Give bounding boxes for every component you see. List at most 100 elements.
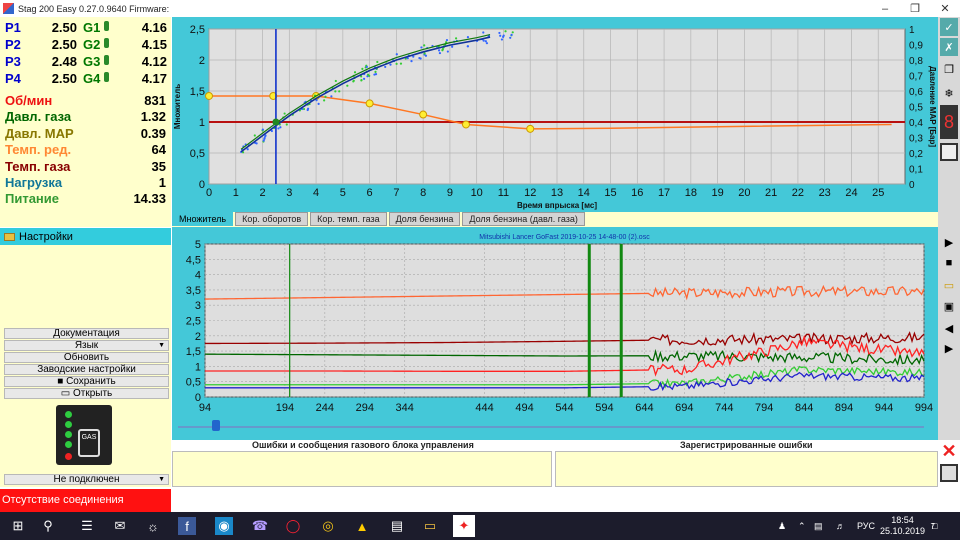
x-tick-label: 544 bbox=[555, 402, 573, 414]
gas-injector-value: 4.15 bbox=[141, 37, 167, 52]
settings-header[interactable]: Настройки bbox=[0, 228, 171, 245]
restore-icon[interactable]: ❐ bbox=[900, 0, 930, 17]
tray-chevron-icon[interactable]: ⌃ bbox=[798, 512, 806, 540]
y-tick-label: 2,5 bbox=[190, 24, 205, 36]
viber-icon[interactable]: ☎ bbox=[250, 516, 270, 536]
chevron-down-icon: ▼ bbox=[158, 342, 165, 349]
x-tick-label: 24 bbox=[845, 187, 857, 199]
y2-tick-label: 0,9 bbox=[909, 41, 923, 52]
multiplier-chart[interactable]: 0 1 2 3 4 5 6 7 8 9 10 11 12 13 14 15 16 17 18 19 20 21 22 23 24… bbox=[172, 17, 938, 212]
sample-point bbox=[307, 107, 310, 110]
weather-sun-icon[interactable]: ☼ bbox=[143, 516, 163, 536]
clear-errors-icon[interactable]: ✕ bbox=[940, 441, 958, 461]
chart-tab[interactable]: Кор. темп. газа bbox=[310, 212, 387, 226]
x-tick-label: 6 bbox=[367, 187, 373, 199]
y-tick-label: 0,5 bbox=[190, 148, 205, 160]
mail-icon[interactable]: ✉ bbox=[110, 516, 130, 536]
chart-tabs: Множитель Кор. оборотов Кор. темп. газа Дол… bbox=[172, 212, 938, 227]
parameter-label: Питание bbox=[5, 191, 60, 207]
x-tick-label: 17 bbox=[658, 187, 670, 199]
petrol-injector-label: P4 bbox=[5, 71, 21, 86]
sample-point bbox=[346, 84, 349, 87]
chart-tab[interactable]: Множитель bbox=[172, 212, 234, 226]
connection-select[interactable]: Не подключен ▼ bbox=[4, 474, 169, 485]
gas-label: GAS bbox=[81, 434, 97, 441]
store-icon[interactable]: ▤ bbox=[387, 516, 407, 536]
parameter-row: Давл. MAP 0.39 bbox=[3, 126, 166, 142]
tray-network-icon[interactable]: ▤ bbox=[814, 512, 823, 540]
y2-tick-label: 0,5 bbox=[909, 103, 923, 114]
opera-icon[interactable]: ◯ bbox=[283, 516, 303, 536]
step-forward-icon[interactable]: ▶ bbox=[940, 339, 958, 357]
gas-ecu-errors-list[interactable] bbox=[172, 451, 552, 487]
save-icon: ■ bbox=[57, 376, 67, 387]
accept-icon[interactable]: ✓ bbox=[940, 18, 958, 36]
tray-clock[interactable]: 18:54 25.10.2019 bbox=[880, 512, 925, 540]
gas-switch-widget[interactable]: GAS bbox=[56, 405, 112, 465]
stag-app-icon[interactable]: ✦ bbox=[453, 515, 475, 537]
oscilloscope-chart[interactable]: Mitsubishi Lancer GoFast 2019-10-25 14-4… bbox=[172, 227, 938, 440]
x-tick-label: 19 bbox=[711, 187, 723, 199]
led-green-icon bbox=[65, 431, 72, 438]
step-back-icon[interactable]: ◀ bbox=[940, 319, 958, 337]
x-tick-label: 294 bbox=[356, 402, 374, 414]
explorer-folder-icon[interactable]: ▭ bbox=[420, 516, 440, 536]
notifications-icon[interactable]: □ 7 bbox=[930, 512, 937, 540]
facebook-icon[interactable]: f bbox=[178, 517, 196, 535]
chart-tab[interactable]: Доля бензина (давл. газа) bbox=[462, 212, 585, 226]
pressure-point bbox=[526, 124, 535, 133]
x-tick-label: 594 bbox=[595, 402, 613, 414]
factory-settings-button[interactable]: Заводские настройки bbox=[4, 364, 169, 375]
stop-square-icon[interactable] bbox=[940, 143, 958, 161]
save-button[interactable]: ■ Сохранить bbox=[4, 376, 169, 387]
stop-icon[interactable]: ■ bbox=[940, 254, 958, 272]
cancel-icon[interactable]: ✗ bbox=[940, 38, 958, 56]
parameter-label: Нагрузка bbox=[5, 175, 63, 190]
injector-row: P2 2.50 G2 4.15 bbox=[3, 37, 169, 53]
tray-people-icon[interactable]: ♟ bbox=[778, 512, 786, 540]
cursor-point bbox=[272, 118, 280, 126]
drive-icon[interactable]: ▲ bbox=[352, 516, 372, 536]
export-icon[interactable]: ❐ bbox=[940, 60, 958, 78]
x-tick-label: 744 bbox=[715, 402, 733, 414]
sample-point bbox=[360, 79, 363, 82]
x-tick-label: 18 bbox=[685, 187, 697, 199]
registered-errors-list[interactable] bbox=[555, 451, 938, 487]
chart-tab[interactable]: Кор. оборотов bbox=[235, 212, 309, 226]
minimize-icon[interactable]: – bbox=[870, 0, 900, 17]
close-window-icon[interactable]: ✕ bbox=[930, 0, 960, 17]
sample-point bbox=[246, 148, 249, 151]
petrol-injector-value: 2.50 bbox=[51, 71, 77, 86]
y-tick-label: 3,5 bbox=[186, 285, 201, 297]
sample-point bbox=[446, 50, 449, 53]
snowflake-icon[interactable]: ❄ bbox=[940, 84, 958, 102]
x-tick-label: 344 bbox=[396, 402, 414, 414]
save-file-icon[interactable]: ▣ bbox=[940, 297, 958, 315]
x-tick-label: 12 bbox=[524, 187, 536, 199]
refresh-button[interactable]: Обновить bbox=[4, 352, 169, 363]
chrome-icon[interactable]: ◎ bbox=[318, 516, 338, 536]
search-icon[interactable]: ⚲ bbox=[38, 516, 58, 536]
camera-app-icon[interactable]: ◉ bbox=[215, 517, 233, 535]
play-icon[interactable]: ▶ bbox=[940, 233, 958, 251]
tray-language[interactable]: РУС bbox=[857, 512, 875, 540]
sample-point bbox=[504, 30, 507, 33]
factory-settings-label: Заводские настройки bbox=[37, 364, 136, 375]
open-button[interactable]: ▭ Открыть bbox=[4, 388, 169, 399]
parameter-label: Об/мин bbox=[5, 93, 53, 108]
language-indicator: РУС bbox=[857, 521, 876, 531]
open-file-icon[interactable]: ▭ bbox=[940, 276, 958, 294]
sample-point bbox=[317, 102, 320, 105]
pressure-point bbox=[461, 120, 470, 129]
sample-point bbox=[395, 53, 398, 56]
windows-start-icon[interactable]: ⊞ bbox=[8, 516, 28, 536]
documentation-button[interactable]: Документация bbox=[4, 328, 169, 339]
y2-tick-label: 0,4 bbox=[909, 118, 923, 129]
task-view-icon[interactable]: ☰ bbox=[77, 516, 97, 536]
chart-tab[interactable]: Доля бензина bbox=[388, 212, 461, 226]
tray-volume-icon[interactable]: ♬ bbox=[836, 512, 845, 540]
x-tick-label: 15 bbox=[604, 187, 616, 199]
language-select[interactable]: Язык ▼ bbox=[4, 340, 169, 351]
errors-square-icon[interactable] bbox=[940, 464, 958, 482]
x-tick-label: 21 bbox=[765, 187, 777, 199]
